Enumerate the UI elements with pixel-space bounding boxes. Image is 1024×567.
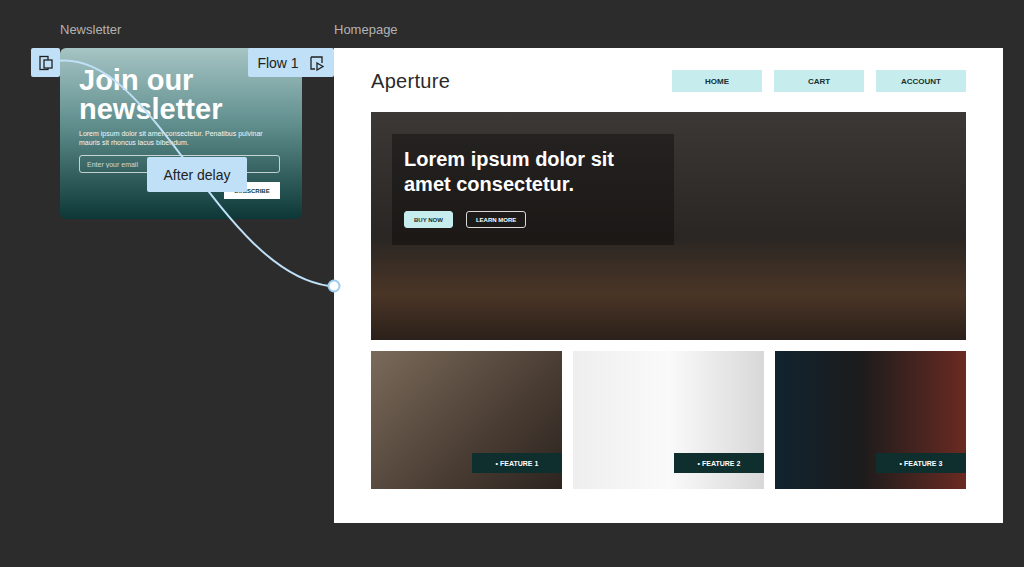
connection-line-icon bbox=[0, 0, 1024, 567]
prototype-canvas: Newsletter Homepage Join our newsletter Lor… bbox=[0, 0, 1024, 567]
flow-name: Flow 1 bbox=[257, 55, 298, 71]
hero-button[interactable]: LEARN MORE bbox=[466, 211, 526, 228]
feature-card[interactable]: • FEATURE 2 bbox=[573, 351, 764, 489]
feature-card[interactable]: • FEATURE 1 bbox=[371, 351, 562, 489]
site-header: Aperture HOME CART ACCOUNT bbox=[371, 70, 966, 92]
feature-card[interactable]: • FEATURE 3 bbox=[775, 351, 966, 489]
hero-overlay: Lorem ipsum dolor sit amet consectetur. B… bbox=[392, 134, 674, 245]
logo[interactable]: Aperture bbox=[371, 70, 450, 93]
hero-button[interactable]: BUY NOW bbox=[404, 211, 453, 228]
newsletter-title: Join our newsletter bbox=[79, 66, 269, 124]
frame-label: Homepage bbox=[334, 22, 398, 37]
feature-label: • FEATURE 2 bbox=[674, 453, 764, 473]
homepage-frame[interactable]: Aperture HOME CART ACCOUNT Lorem ipsum dolor… bbox=[334, 48, 1003, 523]
feature-label: • FEATURE 1 bbox=[472, 453, 562, 473]
feature-label: • FEATURE 3 bbox=[876, 453, 966, 473]
feature-grid: • FEATURE 1 • FEATURE 2 • FEATURE 3 bbox=[371, 351, 966, 489]
frame-label: Newsletter bbox=[60, 22, 121, 37]
hero-title: Lorem ipsum dolor sit amet consectetur. bbox=[404, 147, 662, 197]
play-frame-icon[interactable] bbox=[309, 55, 325, 71]
flow-badge[interactable]: Flow 1 bbox=[248, 48, 334, 77]
nav-button[interactable]: ACCOUNT bbox=[876, 70, 966, 92]
flow-start[interactable] bbox=[31, 48, 60, 77]
nav-button[interactable]: CART bbox=[774, 70, 864, 92]
nav: HOME CART ACCOUNT bbox=[672, 70, 966, 92]
hero-image: Lorem ipsum dolor sit amet consectetur. B… bbox=[371, 112, 966, 340]
newsletter-body: Lorem ipsum dolor sit amet consectetur. … bbox=[79, 129, 280, 147]
trigger-label[interactable]: After delay bbox=[147, 157, 247, 192]
nav-button[interactable]: HOME bbox=[672, 70, 762, 92]
frame-device-icon bbox=[38, 55, 54, 71]
